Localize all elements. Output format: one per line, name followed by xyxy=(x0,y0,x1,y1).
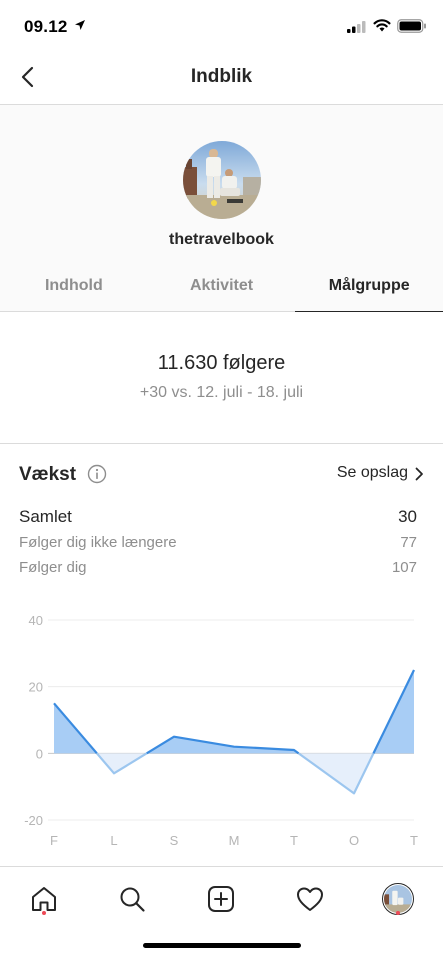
profile-notification-dot xyxy=(396,911,400,915)
info-icon[interactable] xyxy=(87,464,107,484)
stat-value: 77 xyxy=(400,534,417,551)
profile-section: thetravelbook xyxy=(0,105,443,260)
nav-new-post-button[interactable] xyxy=(199,877,243,921)
x-tick-label: S xyxy=(170,833,179,848)
avatar[interactable] xyxy=(183,141,261,219)
nav-header: Indblik xyxy=(0,52,443,105)
section-title: Vækst xyxy=(19,464,77,485)
location-arrow-icon xyxy=(75,20,85,30)
growth-chart: 40 20 0 -20 F L S M T O T xyxy=(24,613,418,848)
nav-activity-button[interactable] xyxy=(288,877,332,921)
stat-value: 107 xyxy=(391,559,417,576)
profile-photo xyxy=(183,141,261,219)
status-time: 09.12 xyxy=(24,17,68,36)
page-title: Indblik xyxy=(190,66,253,87)
nav-search-button[interactable] xyxy=(110,877,154,921)
y-tick-label: -20 xyxy=(24,813,43,828)
stat-row-total: Samlet 30 xyxy=(19,507,417,527)
home-indicator xyxy=(143,943,301,948)
home-icon xyxy=(32,887,56,911)
chevron-right-icon[interactable] xyxy=(415,467,424,481)
y-tick-label: 40 xyxy=(29,613,43,628)
x-tick-label: L xyxy=(110,833,117,848)
y-tick-label: 20 xyxy=(29,680,43,695)
stat-label: Følger dig ikke længere xyxy=(19,534,177,551)
see-posts-link[interactable]: Se opslag xyxy=(337,464,408,482)
stat-label: Følger dig xyxy=(19,559,87,576)
x-tick-label: M xyxy=(229,833,240,848)
profile-photo-small xyxy=(384,885,412,913)
tab-audience[interactable]: Målgruppe xyxy=(295,260,443,312)
home-notification-dot xyxy=(42,911,46,915)
wifi-icon xyxy=(373,19,391,32)
battery-icon xyxy=(397,19,426,33)
followers-count: 11.630 følgere xyxy=(157,352,286,374)
x-tick-label: T xyxy=(410,833,418,848)
tab-content[interactable]: Indhold xyxy=(0,260,148,311)
x-tick-label: T xyxy=(290,833,298,848)
followers-summary: 11.630 følgere +30 vs. 12. juli - 18. ju… xyxy=(0,312,443,444)
y-tick-label: 0 xyxy=(36,746,43,761)
tab-bar: Indhold Aktivitet Målgruppe xyxy=(0,260,443,312)
x-tick-label: O xyxy=(349,833,359,848)
x-tick-label: F xyxy=(50,833,58,848)
stat-row-unfollowed: Følger dig ikke længere 77 xyxy=(19,534,417,551)
username: thetravelbook xyxy=(169,231,274,248)
growth-header: Vækst Se opslag xyxy=(19,460,424,490)
stat-row-followed: Følger dig 107 xyxy=(19,559,417,576)
status-bar: 09.12 xyxy=(0,0,443,52)
cellular-signal-icon xyxy=(347,21,366,33)
negative-area xyxy=(298,753,374,794)
followers-delta: +30 vs. 12. juli - 18. juli xyxy=(139,384,304,401)
stat-label: Samlet xyxy=(19,507,72,526)
heart-icon xyxy=(297,887,323,911)
search-icon xyxy=(120,887,145,912)
stat-value: 30 xyxy=(398,507,417,526)
tab-activity[interactable]: Aktivitet xyxy=(148,260,296,311)
new-post-icon xyxy=(208,886,234,912)
